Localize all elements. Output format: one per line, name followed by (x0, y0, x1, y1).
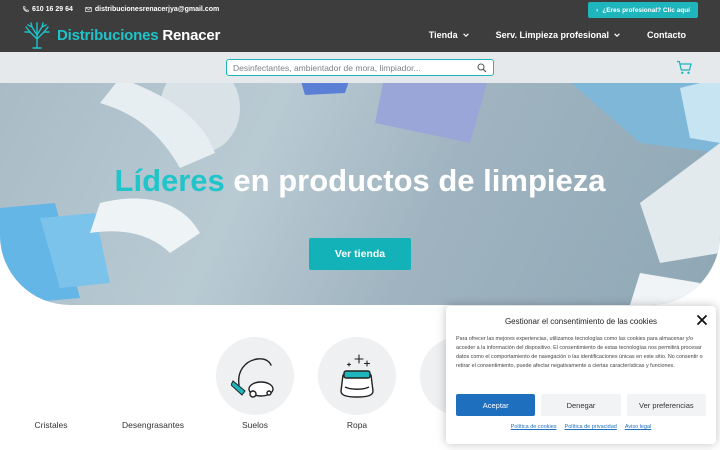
nav-item-limpieza[interactable]: Serv. Limpieza profesional (496, 30, 621, 40)
tree-logo-icon (24, 22, 50, 49)
phone-link[interactable]: 610 16 29 64 (22, 6, 73, 13)
main-nav: Tienda Serv. Limpieza profesional Contac… (429, 30, 686, 40)
nav-item-contacto[interactable]: Contacto (647, 30, 686, 40)
close-icon[interactable] (696, 314, 708, 326)
hero-banner: Líderes en productos de limpieza Ver tie… (0, 83, 720, 305)
view-shop-button[interactable]: Ver tienda (309, 238, 411, 270)
cookie-consent-dialog: Gestionar el consentimiento de las cooki… (446, 306, 716, 444)
privacy-policy-link[interactable]: Política de privacidad (565, 424, 617, 430)
email-link[interactable]: distribucionesrenacerjya@gmail.com (85, 6, 219, 13)
chevron-down-icon (614, 33, 620, 38)
cookie-description: Para ofrecer las mejores experiencias, u… (456, 336, 703, 369)
cart-icon[interactable] (676, 60, 692, 75)
mail-icon (85, 7, 92, 12)
search-input[interactable] (233, 62, 477, 73)
cookie-policy-link[interactable]: Política de cookies (511, 424, 557, 430)
nav-item-label: Contacto (647, 30, 686, 40)
phone-icon (23, 6, 29, 12)
cookie-buttons: Aceptar Denegar Ver preferencias (456, 394, 706, 416)
professional-button-label: ¿Eres profesional? Clic aquí (602, 6, 690, 14)
arrow-right-icon: › (596, 6, 599, 14)
legal-notice-link[interactable]: Aviso legal (625, 424, 652, 430)
hero-title: Líderes en productos de limpieza (0, 163, 720, 199)
logo-text: Distribuciones Renacer (57, 27, 220, 44)
contact-row: 610 16 29 64 distribucionesrenacerjya@gm… (22, 6, 219, 13)
logo-text-second: Renacer (162, 26, 221, 44)
phone-number: 610 16 29 64 (32, 6, 73, 13)
logo-text-first: Distribuciones (57, 26, 159, 44)
category-suelos[interactable] (216, 337, 294, 415)
page: 610 16 29 64 distribucionesrenacerjya@gm… (0, 0, 720, 450)
search-box (226, 59, 494, 76)
laundry-detergent-icon (340, 354, 374, 398)
email-address: distribucionesrenacerjya@gmail.com (94, 6, 220, 13)
search-icon[interactable] (477, 63, 487, 73)
preferences-button[interactable]: Ver preferencias (626, 394, 706, 416)
chevron-down-icon (462, 33, 469, 38)
cookie-links: Política de cookies Política de privacid… (446, 424, 716, 430)
nav-item-tienda[interactable]: Tienda (429, 30, 470, 40)
accept-button[interactable]: Aceptar (456, 394, 536, 416)
nav-item-label: Serv. Limpieza profesional (495, 30, 609, 40)
category-label-suelos[interactable]: Suelos (235, 420, 275, 430)
category-label-cristales[interactable]: Cristales (30, 420, 72, 430)
cookie-title: Gestionar el consentimiento de las cooki… (504, 317, 658, 326)
deny-button[interactable]: Denegar (541, 394, 621, 416)
category-label-desengrasantes[interactable]: Desengrasantes (118, 420, 188, 430)
hero-title-accent: Líderes (114, 163, 225, 198)
header: 610 16 29 64 distribucionesrenacerjya@gm… (0, 0, 720, 52)
category-ropa[interactable] (318, 337, 396, 415)
hero-title-rest: en productos de limpieza (224, 163, 606, 198)
search-bar (0, 52, 720, 83)
category-label-ropa[interactable]: Ropa (337, 420, 377, 430)
logo[interactable]: Distribuciones Renacer (22, 21, 220, 49)
vacuum-cleaner-icon (231, 358, 274, 398)
nav-item-label: Tienda (428, 30, 458, 40)
professional-button[interactable]: › ¿Eres profesional? Clic aquí (588, 2, 698, 18)
